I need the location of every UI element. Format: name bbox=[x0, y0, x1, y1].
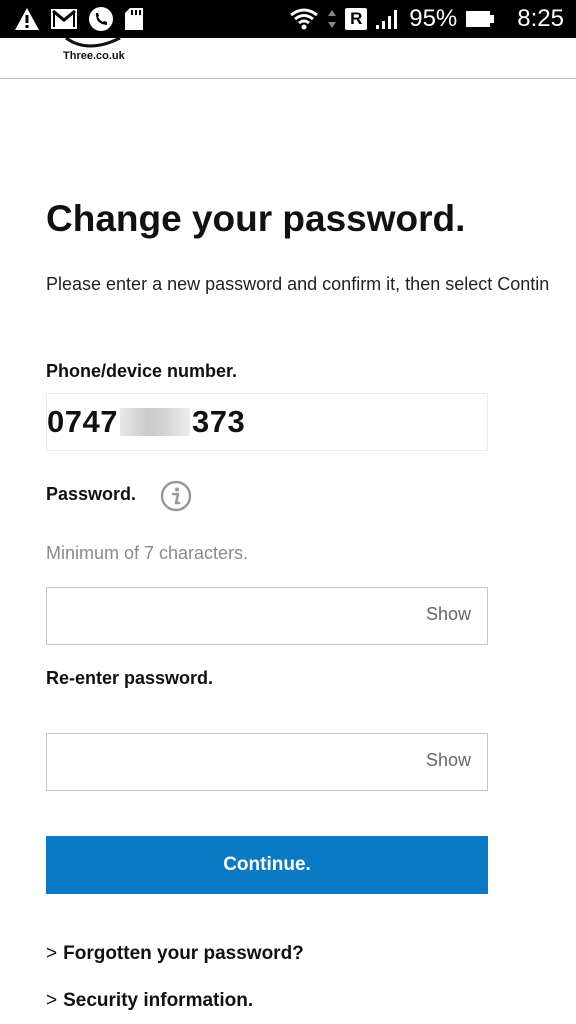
page-title: Change your password. bbox=[46, 198, 466, 239]
continue-button[interactable]: Continue. bbox=[46, 836, 488, 894]
roaming-icon: R bbox=[345, 8, 368, 30]
status-bar: R 95% 8:25 bbox=[0, 0, 576, 38]
password-hint: Minimum of 7 characters. bbox=[46, 543, 249, 563]
forgot-password-text: Forgotten your password? bbox=[63, 943, 304, 964]
intro-text: Please enter a new password and confirm … bbox=[46, 274, 550, 294]
forgot-password-link[interactable]: > Forgotten your password? bbox=[46, 943, 304, 965]
reenter-show-button[interactable]: Show bbox=[426, 750, 471, 771]
signal-icon bbox=[376, 10, 398, 29]
site-header: Three.co.uk bbox=[0, 38, 576, 79]
phone-prefix: 0747 bbox=[47, 404, 118, 439]
warning-icon bbox=[15, 8, 39, 30]
data-arrows-icon bbox=[328, 10, 337, 28]
phone-icon bbox=[89, 7, 113, 31]
wifi-icon bbox=[290, 8, 319, 30]
reenter-password-input[interactable] bbox=[47, 734, 407, 790]
phone-number-field: 0747 373 bbox=[46, 393, 488, 451]
password-label: Password. bbox=[46, 484, 137, 504]
logo-text: Three.co.uk bbox=[63, 50, 125, 62]
redacted-digits bbox=[119, 408, 190, 436]
password-input[interactable] bbox=[47, 588, 407, 644]
password-field: Show bbox=[46, 587, 488, 645]
gmail-icon bbox=[51, 9, 77, 29]
phone-suffix: 373 bbox=[191, 404, 246, 439]
status-bar-right: R 95% 8:25 bbox=[289, 5, 564, 33]
battery-icon bbox=[466, 11, 495, 27]
battery-percent: 95% bbox=[409, 5, 458, 32]
status-bar-left bbox=[14, 6, 144, 32]
phone-label: Phone/device number. bbox=[46, 361, 238, 381]
phone-number-value: 0747 373 bbox=[47, 404, 245, 440]
password-show-button[interactable]: Show bbox=[426, 604, 471, 625]
sd-card-icon bbox=[125, 8, 143, 30]
reenter-password-label: Re-enter password. bbox=[46, 668, 214, 688]
link-arrow: > bbox=[46, 943, 58, 964]
link-arrow: > bbox=[46, 990, 58, 1011]
security-info-link[interactable]: > Security information. bbox=[46, 990, 253, 1012]
info-icon[interactable] bbox=[160, 480, 192, 512]
security-info-text: Security information. bbox=[63, 990, 254, 1011]
reenter-password-field: Show bbox=[46, 733, 488, 791]
clock: 8:25 bbox=[517, 5, 564, 32]
